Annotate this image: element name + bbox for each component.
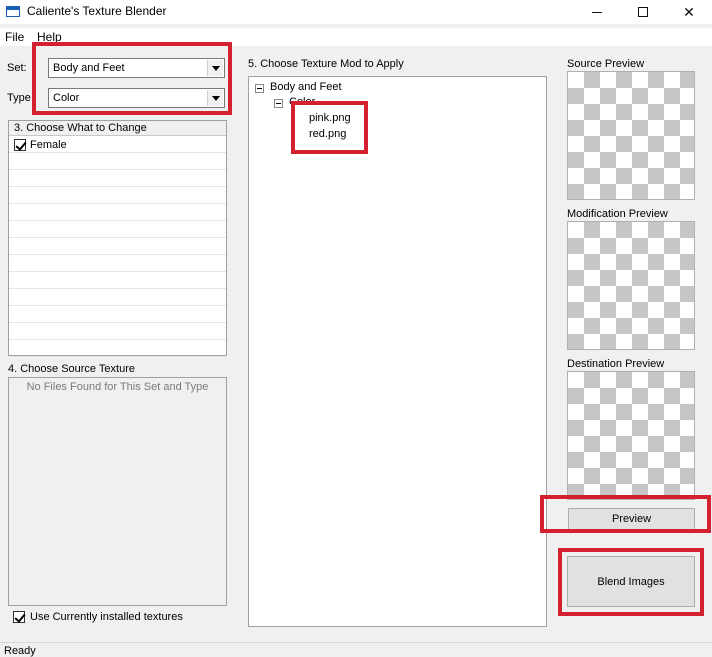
female-label: Female (30, 139, 67, 151)
source-texture-list[interactable]: No Files Found for This Set and Type (8, 377, 227, 606)
type-label: Type (7, 92, 31, 104)
list-item (9, 153, 226, 170)
destination-preview-label: Destination Preview (567, 358, 665, 370)
close-icon: ✕ (683, 3, 695, 20)
use-installed-checkbox[interactable] (13, 611, 25, 623)
source-texture-empty-message: No Files Found for This Set and Type (26, 381, 209, 393)
window-title: Caliente's Texture Blender (27, 4, 167, 18)
modification-preview-image (567, 221, 695, 350)
minimize-button[interactable] (574, 0, 620, 24)
maximize-icon (638, 7, 648, 17)
list-item (9, 323, 226, 340)
collapse-icon[interactable] (255, 84, 264, 93)
source-texture-header: 4. Choose Source Texture (8, 363, 135, 375)
list-item (9, 204, 226, 221)
destination-preview-image (567, 371, 695, 500)
list-item (9, 238, 226, 255)
collapse-icon[interactable] (274, 99, 283, 108)
app-window-icon (6, 6, 20, 17)
list-item (9, 187, 226, 204)
texture-mod-header: 5. Choose Texture Mod to Apply (248, 58, 404, 70)
title-bar: Caliente's Texture Blender ✕ (0, 0, 712, 24)
highlight-set-type (32, 42, 232, 115)
source-preview-label: Source Preview (567, 58, 645, 70)
minimize-icon (592, 11, 602, 13)
list-item[interactable]: Female (9, 136, 226, 153)
status-bar: Ready (0, 642, 712, 657)
status-text: Ready (4, 645, 36, 657)
list-item (9, 340, 226, 357)
tree-node-root[interactable]: Body and Feet (270, 81, 342, 93)
list-item (9, 289, 226, 306)
list-item (9, 170, 226, 187)
menu-file[interactable]: File (5, 30, 24, 44)
source-preview-image (567, 71, 695, 200)
highlight-files (291, 101, 368, 154)
close-button[interactable]: ✕ (666, 0, 712, 24)
female-checkbox[interactable] (14, 139, 26, 151)
highlight-preview-button (540, 495, 711, 533)
maximize-button[interactable] (620, 0, 666, 24)
choose-what-panel: 3. Choose What to Change Female (8, 120, 227, 357)
choose-what-header: 3. Choose What to Change (9, 121, 226, 136)
highlight-blend-button (558, 548, 704, 616)
use-installed-label: Use Currently installed textures (30, 611, 183, 623)
list-item (9, 272, 226, 289)
set-label: Set: (7, 62, 27, 74)
texture-mod-tree[interactable]: Body and Feet Color pink.png red.png (248, 76, 547, 627)
modification-preview-label: Modification Preview (567, 208, 668, 220)
list-item (9, 255, 226, 272)
list-item (9, 221, 226, 238)
list-item (9, 306, 226, 323)
